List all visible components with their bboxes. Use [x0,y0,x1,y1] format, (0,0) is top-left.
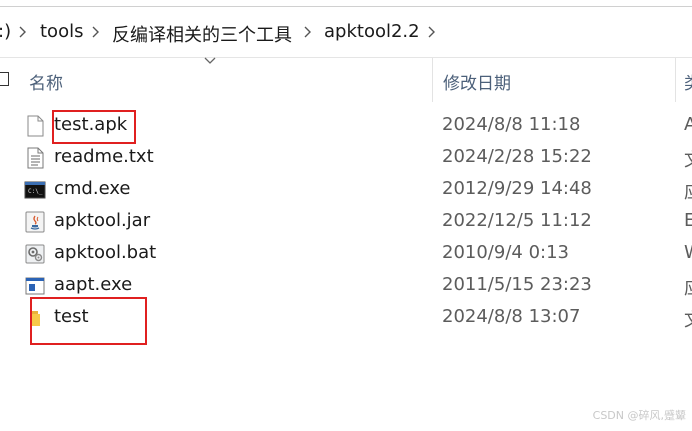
column-header-name[interactable]: 名称 [29,69,63,94]
file-name: aapt.exe [54,274,133,295]
file-name: apktool.jar [54,210,151,231]
chevron-right-icon[interactable] [303,26,312,38]
annotation-highlight-test-apk [52,110,136,144]
watermark: CSDN @碎风,蹙颦 [592,409,686,422]
chevron-right-icon[interactable] [427,26,436,38]
file-type: A [684,114,692,135]
annotation-highlight-test-folder [30,297,147,345]
file-date-modified: 2022/12/5 11:12 [442,210,592,231]
file-date-modified: 2010/9/4 0:13 [442,242,569,263]
file-type: 文 [684,306,692,332]
file-date-modified: 2024/8/8 13:07 [442,306,581,327]
java-jar-icon [25,211,45,233]
text-file-icon [27,147,44,169]
column-header-date-modified[interactable]: 修改日期 [443,69,511,94]
file-name: cmd.exe [54,178,131,199]
exe-app-icon [25,277,45,295]
file-type: 应 [684,274,692,300]
file-date-modified: 2012/9/29 14:48 [442,178,592,199]
file-date-modified: 2024/2/28 15:22 [442,146,592,167]
address-bar-top-border [0,6,692,7]
svg-text:C:\_: C:\_ [28,188,43,195]
batch-file-icon [25,244,45,264]
file-row-apktool-jar[interactable]: apktool.jar 2022/12/5 11:12 E [0,206,692,238]
file-row-readme-txt[interactable]: readme.txt 2024/2/28 15:22 文 [0,142,692,174]
file-date-modified: 2011/5/15 23:23 [442,274,592,295]
file-type: W [684,242,692,263]
breadcrumb-item-apktool[interactable]: apktool2.2 [324,21,420,42]
column-header-type[interactable]: 类 [684,69,692,94]
file-date-modified: 2024/8/8 11:18 [442,114,581,135]
file-row-apktool-bat[interactable]: apktool.bat 2010/9/4 0:13 W [0,238,692,270]
breadcrumb-drive-partial[interactable]: :) [0,21,11,42]
chevron-right-icon[interactable] [91,26,100,38]
file-name: readme.txt [54,146,154,167]
file-type: E [684,210,692,231]
breadcrumb-item-decompile-tools[interactable]: 反编译相关的三个工具 [112,21,292,47]
console-app-icon: C:\_ [24,181,46,199]
blank-file-icon [27,115,44,137]
file-type: 应 [684,178,692,204]
column-divider[interactable] [675,58,676,102]
column-divider[interactable] [432,58,433,102]
file-explorer-window: :) tools 反编译相关的三个工具 apktool2.2 名称 修改日期 类 [0,0,692,431]
file-type: 文 [684,146,692,172]
breadcrumb-item-tools[interactable]: tools [40,21,83,42]
file-name: apktool.bat [54,242,157,263]
select-all-checkbox[interactable] [0,72,9,86]
column-header-row: 名称 修改日期 类 [0,58,692,102]
chevron-right-icon[interactable] [18,26,27,38]
address-bar[interactable]: :) tools 反编译相关的三个工具 apktool2.2 [0,0,692,58]
file-row-cmd-exe[interactable]: C:\_ cmd.exe 2012/9/29 14:48 应 [0,174,692,206]
